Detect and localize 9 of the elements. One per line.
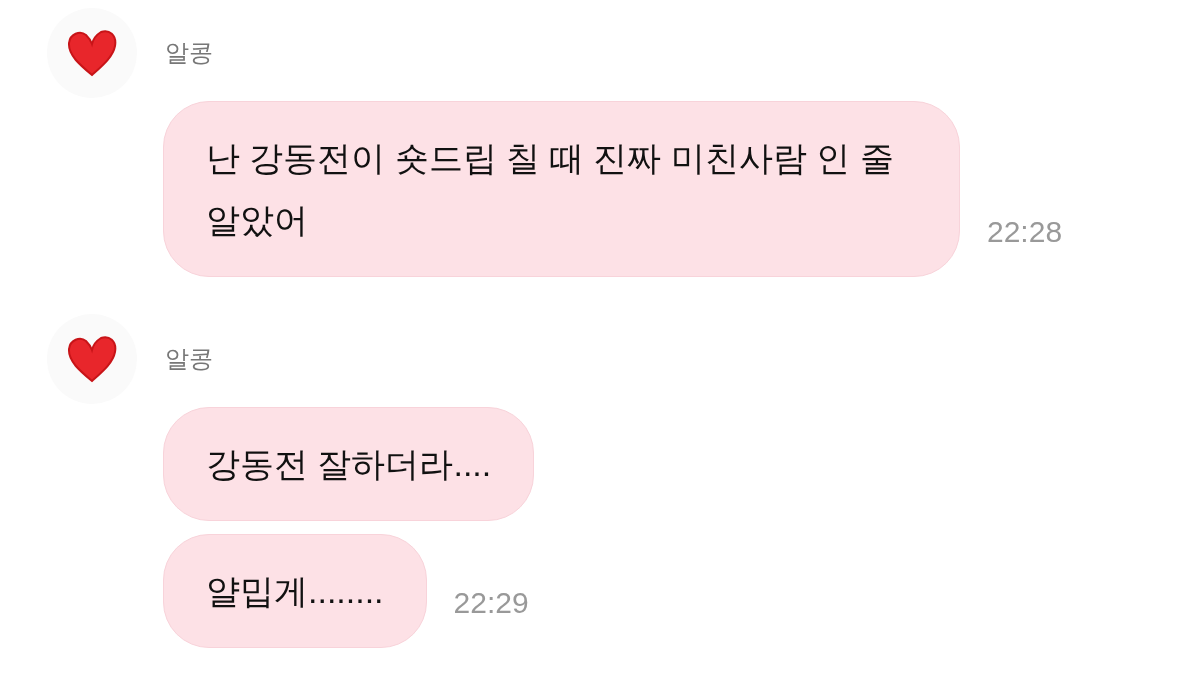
sender-name: 알콩 <box>165 344 213 374</box>
heart-icon <box>66 335 118 383</box>
sender-name: 알콩 <box>165 38 213 68</box>
message-bubble: 난 강동전이 숏드립 칠 때 진짜 미친사람 인 줄 알았어 <box>163 101 960 277</box>
timestamp: 22:29 <box>453 586 529 620</box>
message-bubble: 얄밉게........ <box>163 534 427 648</box>
message-bubble: 강동전 잘하더라.... <box>163 407 535 521</box>
timestamp: 22:28 <box>987 215 1063 249</box>
heart-icon <box>66 29 118 77</box>
